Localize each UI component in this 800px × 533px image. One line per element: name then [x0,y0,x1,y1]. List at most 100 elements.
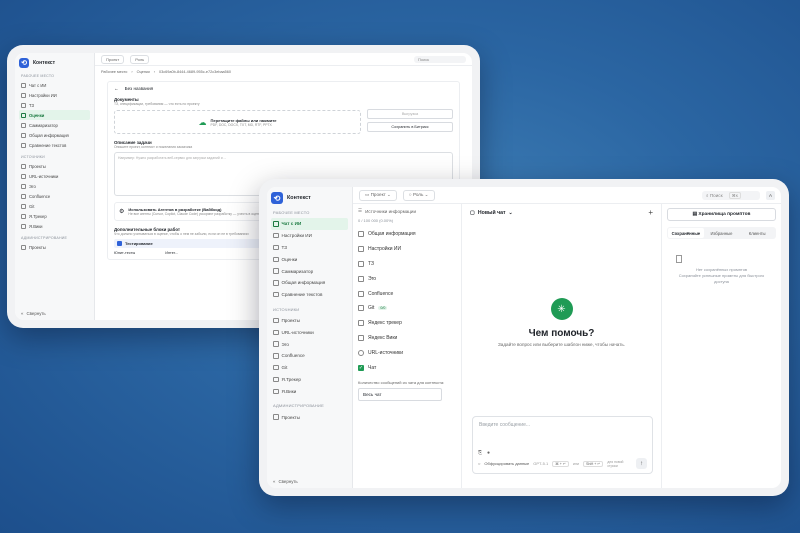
message-composer[interactable]: Введите сообщение... ⎘ ● ○ Обфусцировать… [472,416,653,474]
chevron-down-icon[interactable]: ⌄ [509,210,513,216]
enter-hint: ⌘ + ↵ [552,460,569,467]
globe-icon[interactable] [358,349,364,356]
anonymize-radio-icon[interactable]: ○ [478,461,480,466]
sidebar-item-general-info[interactable]: Общая информация [271,277,348,289]
source-item[interactable]: Настройки ИИ [358,242,456,257]
checkbox[interactable] [358,246,364,253]
tab-favorites[interactable]: Избранные [704,228,740,238]
project-select[interactable]: Проект [101,54,125,64]
tab-clients[interactable]: Клиенты [739,228,775,238]
new-chat-icon[interactable]: + [648,208,653,217]
avatar[interactable]: А [766,190,775,200]
sidebar-item-estimates[interactable]: Оценки [19,110,90,120]
context-label: Количество сообщений из чата для контекс… [358,379,445,385]
source-item[interactable]: ✓ Чат [358,360,456,375]
sidebar-item-git[interactable]: Git [271,362,348,374]
sidebar-item-projects[interactable]: Проекты [19,161,90,171]
welcome-block: ✳ Чем помочь? Задайте вопрос или выберит… [462,298,661,347]
source-item[interactable]: Confluence [358,286,456,301]
breadcrumb-item[interactable]: Рабочее место [101,70,127,74]
sidebar-item-chat[interactable]: Чат с ИИ [271,218,348,230]
context-select[interactable]: Весь чат [358,387,442,401]
chat-icon [273,221,279,227]
unit-tests-option[interactable]: Юнит-тесты [114,251,135,255]
integration-tests-option[interactable]: Интег... [165,251,178,255]
project-select[interactable]: ▭ Проект ⌄ [359,189,397,201]
sidebar-item-ai-settings[interactable]: Настройки ИИ [271,230,348,242]
checkbox[interactable] [358,320,364,327]
save-bitrix-button[interactable]: Сохранить в Битрикс [367,122,453,132]
git-icon [21,203,26,209]
collapse-icon: « [273,479,276,484]
checkbox[interactable]: ✓ [358,364,364,371]
chat-panel: ▢ Новый чат ⌄ + ✳ Чем помочь? Задайте во… [462,204,662,488]
sidebar-item-confluence[interactable]: Confluence [271,350,348,362]
chat-title[interactable]: Новый чат [478,210,506,216]
sidebar-item-compare[interactable]: Сравнение текстов [19,140,90,150]
sidebar-item-url-sources[interactable]: URL-источники [19,171,90,181]
compare-icon [21,142,26,148]
sidebar-item-general-info[interactable]: Общая информация [19,130,90,140]
checkbox[interactable] [358,260,364,267]
prompt-tabs: Сохранённые Избранные Клиенты [667,227,776,239]
search-input[interactable]: Поиск [414,55,466,63]
sidebar-item-tracker[interactable]: Я.Трекер [19,211,90,221]
microphone-icon[interactable]: ● [487,450,490,456]
brand: ⟲ Контекст [19,58,90,68]
sidebar-section-workspace: РАБОЧЕЕ МЕСТО [21,74,55,78]
role-select[interactable]: ○ Роль ⌄ [402,189,435,201]
sidebar-item-confluence[interactable]: Confluence [19,191,90,201]
checkbox[interactable] [358,275,364,282]
ego-icon [21,183,26,189]
source-item[interactable]: Яндекс Вики [358,331,456,346]
sidebar-item-ego[interactable]: Эго [271,338,348,350]
source-item[interactable]: URL-источники [358,345,456,360]
sidebar-item-projects[interactable]: Проекты [271,315,348,327]
checkbox[interactable] [358,231,364,238]
source-item[interactable]: Git 0/0 [358,301,456,316]
sidebar-item-admin-projects[interactable]: Проекты [271,411,348,423]
sidebar-item-summarizer[interactable]: Саммаризатор [271,265,348,277]
search-input[interactable]: ⌕ Поиск ⌘K [702,190,760,200]
send-button[interactable]: ↑ [636,458,647,469]
prompt-store-button[interactable]: ▤ Хранилища промптов [667,208,776,221]
sidebar-item-tz[interactable]: ТЗ [19,100,90,110]
agents-subtitle: Не все агенты (Cursor, Copilot, Claude C… [128,212,263,216]
confluence-icon [273,353,279,359]
sidebar-item-summarizer[interactable]: Саммаризатор [19,120,90,130]
model-select[interactable]: GPT-5.1 [533,461,548,466]
collapse-button[interactable]: «Свернуть [21,311,46,316]
sidebar-item-chat[interactable]: Чат с ИИ [19,80,90,90]
sidebar-item-admin-projects[interactable]: Проекты [19,242,90,252]
checkbox[interactable] [358,290,364,297]
source-item[interactable]: Общая информация [358,227,456,242]
sidebar-item-tz[interactable]: ТЗ [271,242,348,254]
front-topbar: ▭ Проект ⌄ ○ Роль ⌄ ⌕ Поиск ⌘K А [353,187,781,204]
sidebar-item-ego[interactable]: Эго [19,181,90,191]
folder-icon [21,163,26,169]
source-item[interactable]: Яндекс трекер [358,316,456,331]
checkbox[interactable] [358,334,364,341]
upload-button[interactable]: Выгрузка [367,109,453,119]
tab-saved[interactable]: Сохранённые [668,228,704,238]
sidebar-item-tracker[interactable]: Я.Трекер [271,374,348,386]
sidebar-item-wiki[interactable]: Я.Вики [19,221,90,231]
sidebar-item-git[interactable]: Git [19,201,90,211]
sidebar-item-url-sources[interactable]: URL-источники [271,326,348,338]
sidebar-item-estimates[interactable]: Оценки [271,253,348,265]
sidebar-item-wiki[interactable]: Я.Вики [271,385,348,397]
message-input[interactable]: Введите сообщение... [479,422,646,428]
sources-count: 0 / 100 000 (0.00%) [358,218,394,223]
checkbox[interactable] [358,305,364,312]
anonymize-toggle[interactable]: Обфусцировать данные [484,461,529,466]
file-dropzone[interactable]: ☁ Перетащите файлы или нажмите PDF, DOC,… [114,110,361,134]
source-item[interactable]: ТЗ [358,257,456,272]
attach-icon[interactable]: ⎘ [478,450,482,456]
source-label: URL-источники [368,349,404,356]
sidebar-item-ai-settings[interactable]: Настройки ИИ [19,90,90,100]
role-select[interactable]: Роль [130,54,150,64]
collapse-button[interactable]: «Свернуть [273,479,298,484]
sidebar-item-compare[interactable]: Сравнение текстов [271,289,348,301]
source-item[interactable]: Эго [358,271,456,286]
breadcrumb-item[interactable]: Оценки [137,70,150,74]
